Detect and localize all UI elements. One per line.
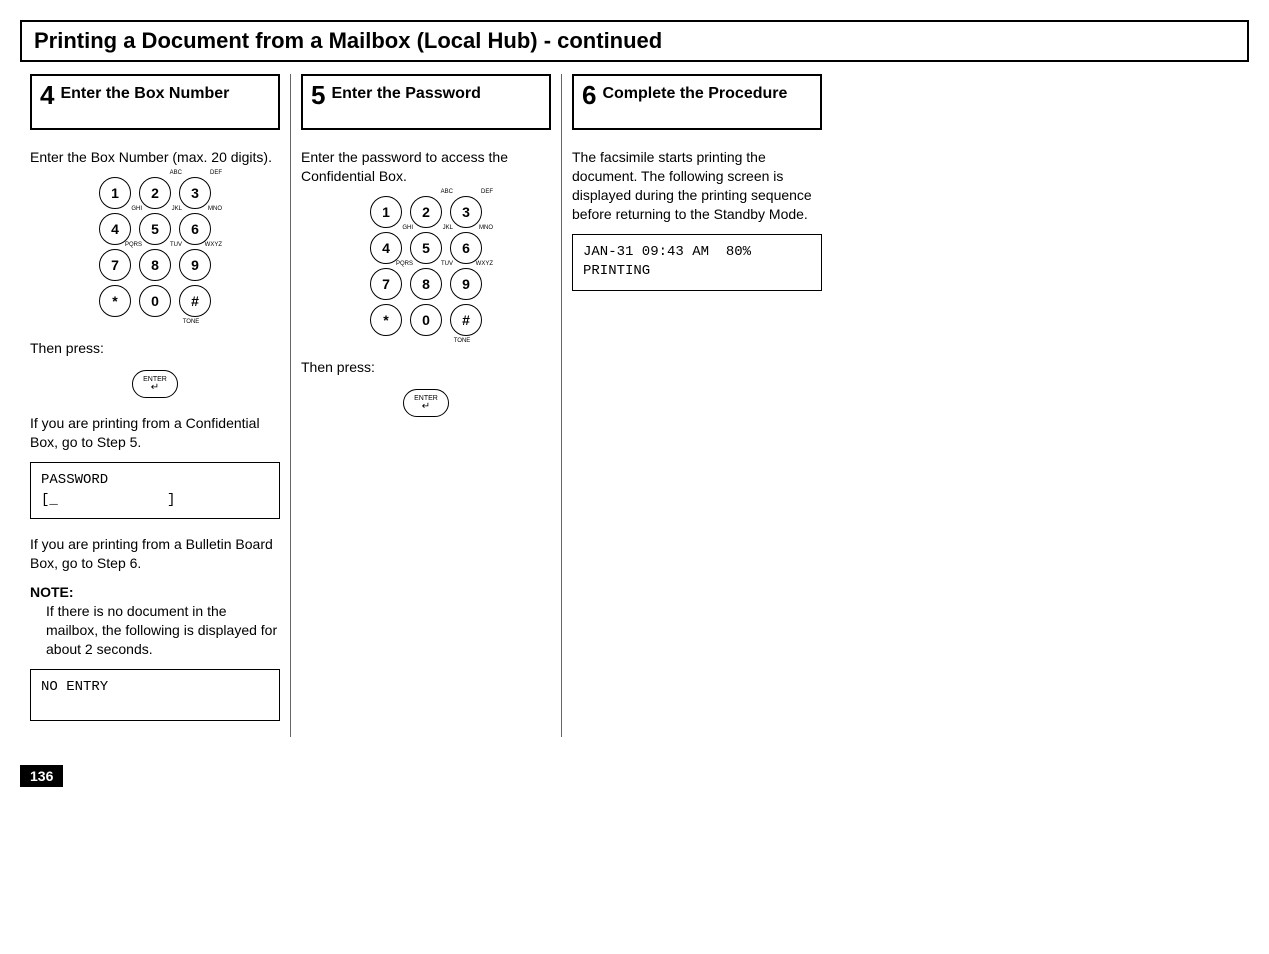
key-9: 9WXYZ	[179, 249, 211, 281]
key-3: 3DEF	[179, 177, 211, 209]
step6-intro: The facsimile starts printing the docume…	[572, 148, 822, 224]
enter-key-icon: ENTER↵	[132, 370, 178, 398]
key-4: 4GHI	[99, 213, 131, 245]
tone-label: TONE	[183, 319, 200, 325]
key-5: 5JKL	[139, 213, 171, 245]
page-title-box: Printing a Document from a Mailbox (Loca…	[20, 20, 1249, 62]
step4-header: 4 Enter the Box Number	[30, 74, 280, 130]
lcd-password: PASSWORD [_ ]	[30, 462, 280, 519]
tone-label-b: TONE	[454, 338, 471, 344]
key-starb: *	[370, 304, 402, 336]
lcd-noentry: NO ENTRY	[30, 669, 280, 721]
keypad-step5: 1 2ABC 3DEF 4GHI 5JKL 6MNO 7PQRS 8TUV 9W…	[301, 196, 551, 344]
key-1b: 1	[370, 196, 402, 228]
key-6: 6MNO	[179, 213, 211, 245]
note-body: If there is no document in the mailbox, …	[46, 602, 280, 659]
note-title: NOTE:	[30, 584, 74, 600]
key-hash: #	[179, 285, 211, 317]
page-title: Printing a Document from a Mailbox (Loca…	[34, 28, 662, 53]
col-step6: 6 Complete the Procedure The facsimile s…	[561, 74, 832, 737]
key-2b: 2ABC	[410, 196, 442, 228]
key-star: *	[99, 285, 131, 317]
keypad-step4: 1 2ABC 3DEF 4GHI 5JKL 6MNO 7PQRS 8TUV 9W…	[30, 177, 280, 325]
key-2: 2ABC	[139, 177, 171, 209]
key-1: 1	[99, 177, 131, 209]
page-number: 136	[20, 765, 63, 787]
columns: 4 Enter the Box Number Enter the Box Num…	[20, 74, 1249, 737]
col-step5: 5 Enter the Password Enter the password …	[290, 74, 561, 737]
lcd-printing: JAN-31 09:43 AM 80% PRINTING	[572, 234, 822, 291]
step4-bulletin-text: If you are printing from a Bulletin Boar…	[30, 535, 280, 573]
key-8b: 8TUV	[410, 268, 442, 300]
key-9b: 9WXYZ	[450, 268, 482, 300]
key-8: 8TUV	[139, 249, 171, 281]
step4-note: NOTE: If there is no document in the mai…	[30, 583, 280, 659]
key-3b: 3DEF	[450, 196, 482, 228]
key-6b: 6MNO	[450, 232, 482, 264]
step6-header: 6 Complete the Procedure	[572, 74, 822, 130]
key-0: 0	[139, 285, 171, 317]
step4-then-press: Then press:	[30, 339, 280, 358]
col-step4: 4 Enter the Box Number Enter the Box Num…	[20, 74, 290, 737]
step4-confi-text: If you are printing from a Confidential …	[30, 414, 280, 452]
step4-num: 4	[40, 82, 54, 108]
key-0b: 0	[410, 304, 442, 336]
key-hashb: #	[450, 304, 482, 336]
step6-title: Complete the Procedure	[602, 82, 787, 103]
key-7b: 7PQRS	[370, 268, 402, 300]
key-5b: 5JKL	[410, 232, 442, 264]
key-4b: 4GHI	[370, 232, 402, 264]
step5-header: 5 Enter the Password	[301, 74, 551, 130]
key-7: 7PQRS	[99, 249, 131, 281]
step5-title: Enter the Password	[331, 82, 480, 103]
enter-key-icon-b: ENTER↵	[403, 389, 449, 417]
step4-title: Enter the Box Number	[60, 82, 229, 103]
step6-num: 6	[582, 82, 596, 108]
step5-num: 5	[311, 82, 325, 108]
step5-then-press: Then press:	[301, 358, 551, 377]
step5-intro: Enter the password to access the Confide…	[301, 148, 551, 186]
step4-intro: Enter the Box Number (max. 20 digits).	[30, 148, 280, 167]
